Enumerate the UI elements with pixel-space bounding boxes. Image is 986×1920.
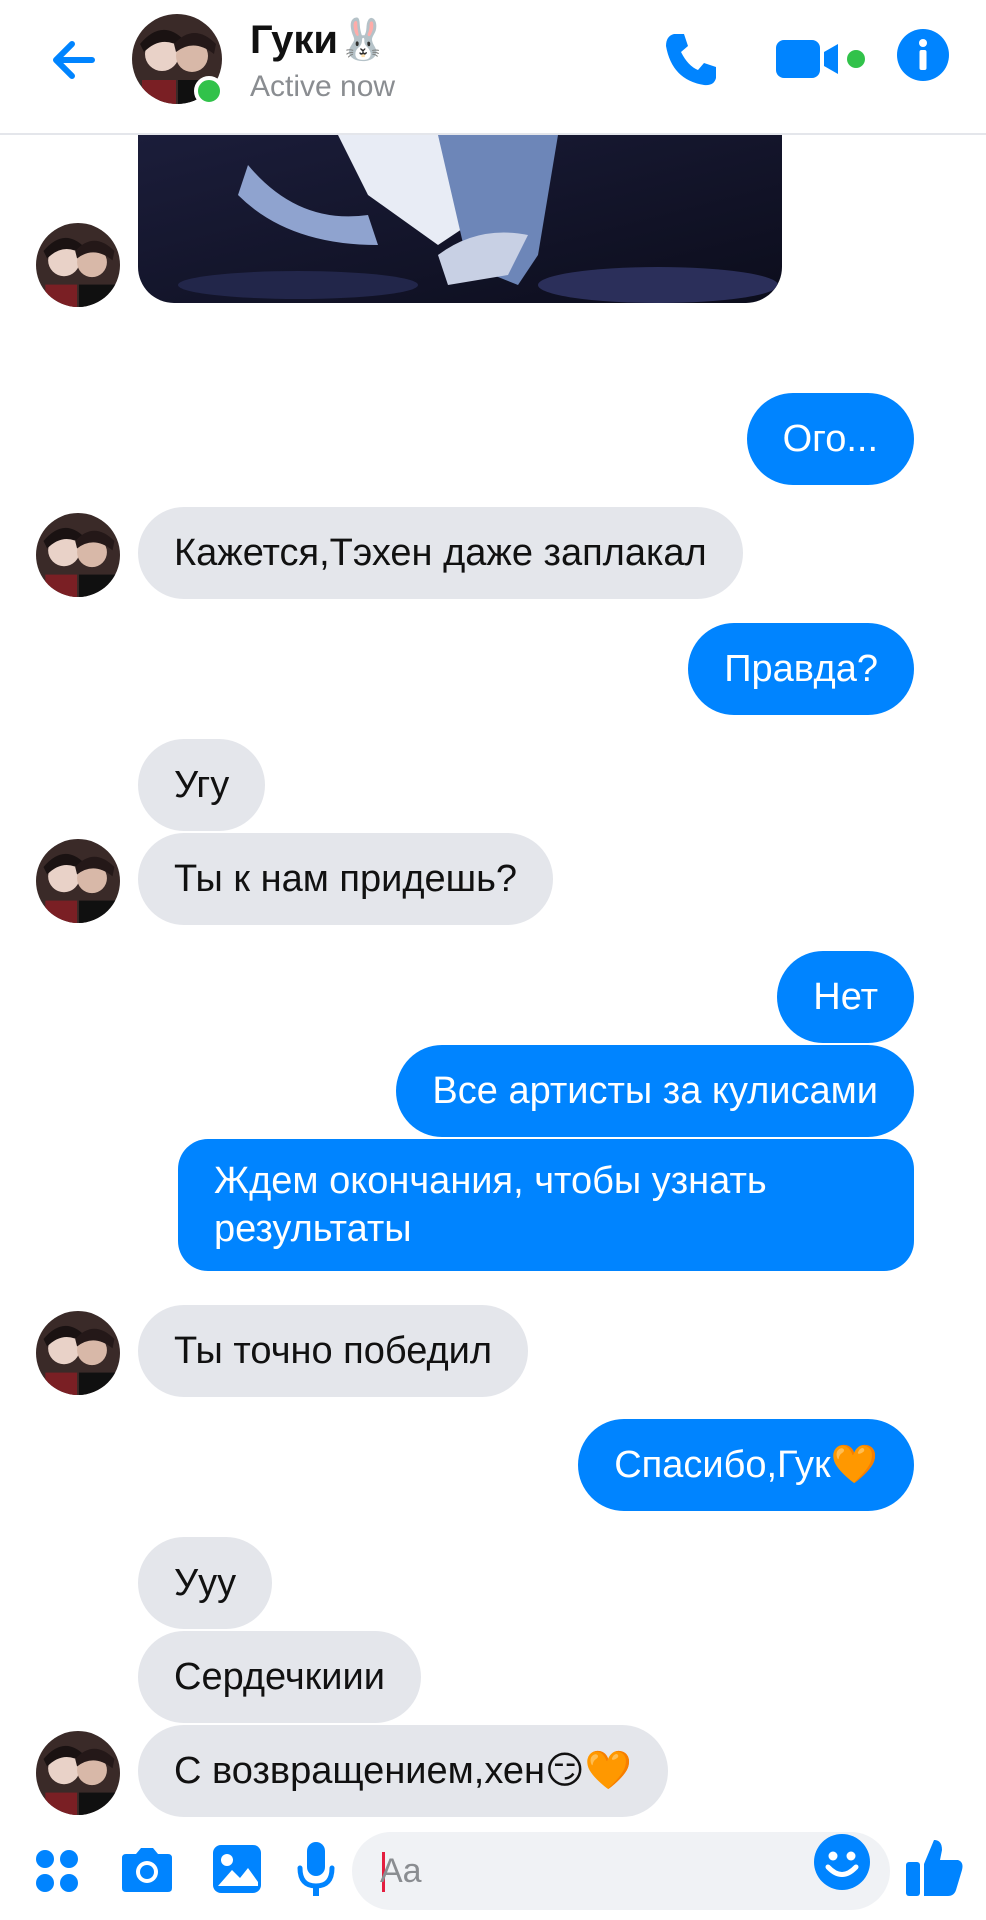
thumbs-up-icon[interactable] — [904, 1836, 966, 1898]
gallery-icon[interactable] — [210, 1842, 264, 1896]
microphone-icon[interactable] — [296, 1840, 336, 1900]
contact-avatar-small[interactable] — [36, 513, 120, 597]
message-outgoing[interactable]: Нет — [777, 951, 914, 1043]
back-arrow-icon[interactable] — [44, 30, 104, 90]
message-outgoing[interactable]: Правда? — [688, 623, 914, 715]
message-outgoing[interactable]: Ждем окончания, чтобы узнать результаты — [178, 1139, 914, 1271]
message-incoming[interactable]: С возвращением,хен😏🧡 — [138, 1725, 668, 1817]
message-input[interactable] — [380, 1832, 800, 1910]
video-call-icon[interactable] — [772, 30, 868, 88]
message-outgoing[interactable]: Ого... — [746, 393, 914, 485]
message-input-box[interactable] — [352, 1832, 890, 1910]
message-list[interactable]: Ого... Кажется,Тэхен даже заплакал Правд… — [0, 135, 986, 1817]
message-incoming[interactable]: Сердечкиии — [138, 1631, 421, 1723]
online-status-dot — [194, 76, 224, 106]
contact-avatar-small[interactable] — [36, 839, 120, 923]
message-incoming[interactable]: Ууу — [138, 1537, 273, 1629]
contact-avatar-small[interactable] — [36, 223, 120, 307]
message-incoming[interactable]: Ты точно победил — [138, 1305, 529, 1397]
camera-icon[interactable] — [118, 1844, 176, 1896]
info-icon[interactable] — [896, 28, 950, 82]
emoji-icon[interactable] — [812, 1832, 872, 1892]
contact-avatar-small[interactable] — [36, 1731, 120, 1815]
chat-header: Гуки🐰 Active now — [0, 0, 986, 135]
message-incoming[interactable]: Кажется,Тэхен даже заплакал — [138, 507, 743, 599]
message-outgoing[interactable]: Спасибо,Гук🧡 — [578, 1419, 914, 1511]
message-outgoing[interactable]: Все артисты за кулисами — [396, 1045, 914, 1137]
contact-avatar-small[interactable] — [36, 1311, 120, 1395]
message-incoming[interactable]: Ты к нам придешь? — [138, 833, 554, 925]
message-incoming[interactable]: Угу — [138, 739, 266, 831]
contact-avatar[interactable] — [132, 14, 224, 106]
phone-icon[interactable] — [660, 28, 722, 90]
active-status: Active now — [250, 70, 396, 103]
contact-name[interactable]: Гуки🐰 — [250, 16, 388, 63]
apps-icon[interactable] — [34, 1848, 80, 1894]
shared-photo[interactable] — [138, 135, 782, 303]
